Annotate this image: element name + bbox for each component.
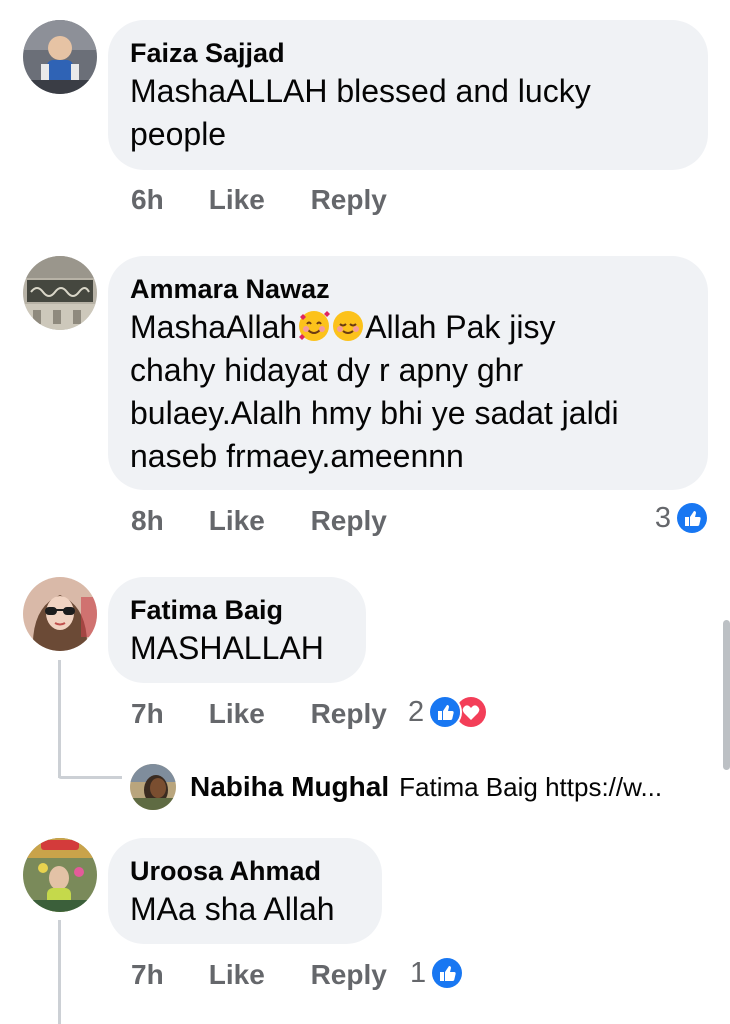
avatar-ammara-nawaz[interactable] xyxy=(23,256,97,330)
comment-actions: 6h Like Reply xyxy=(131,180,387,220)
comment-actions: 8h Like Reply xyxy=(131,501,387,541)
comment-text-line: MashaAllah Allah Pak jisy xyxy=(130,306,686,349)
like-button[interactable]: Like xyxy=(209,501,303,541)
comment-actions: 7h Like Reply xyxy=(131,694,387,734)
like-icon xyxy=(430,956,465,990)
comment-actions: 7h Like Reply xyxy=(131,955,387,995)
reply-text: Fatima Baig https://w... xyxy=(399,771,663,802)
avatar-nabiha-mughal[interactable] xyxy=(130,764,176,810)
comment-text: MASHALLAH xyxy=(130,630,324,666)
like-button[interactable]: Like xyxy=(209,694,303,734)
thread-line xyxy=(58,920,61,1024)
comment-text-line: bulaey.Alalh hmy bhi ye sadat jaldi xyxy=(130,395,619,431)
scrollbar[interactable] xyxy=(723,620,730,770)
comment-time[interactable]: 7h xyxy=(131,694,201,734)
comment-author[interactable]: Uroosa Ahmad xyxy=(130,854,360,888)
like-icon xyxy=(428,695,463,729)
comment-text: MAa sha Allah xyxy=(130,891,335,927)
thread-line xyxy=(58,660,61,778)
comment-text-line: chahy hidayat dy r apny ghr xyxy=(130,352,524,388)
comment-bubble: Ammara Nawaz MashaAllah Allah Pak jisy ch… xyxy=(108,256,708,490)
comment-bubble: Uroosa Ahmad MAa sha Allah xyxy=(108,838,382,944)
comment-text-line: people xyxy=(130,116,227,152)
reply-button[interactable]: Reply xyxy=(311,501,387,541)
reaction-count: 1 xyxy=(410,957,427,989)
comment-text-line: MashaALLAH blessed and lucky xyxy=(130,73,591,109)
reply-button[interactable]: Reply xyxy=(311,955,387,995)
comment-author[interactable]: Fatima Baig xyxy=(130,593,344,627)
reply-preview[interactable]: Nabiha Mughal Fatima Baig https://w... xyxy=(130,764,662,810)
avatar-uroosa-ahmad[interactable] xyxy=(23,838,97,912)
reaction-summary[interactable]: 3 xyxy=(655,498,709,538)
comment-text-part: MashaAllah xyxy=(130,309,298,345)
reply-button[interactable]: Reply xyxy=(311,180,387,220)
like-icon xyxy=(675,501,709,535)
reply-author[interactable]: Nabiha Mughal xyxy=(190,771,389,803)
comment-text: MashaALLAH blessed and lucky people xyxy=(130,70,686,156)
reaction-summary[interactable]: 2 xyxy=(408,692,489,732)
smiling-face-with-hearts-icon xyxy=(297,309,331,343)
comment-time[interactable]: 8h xyxy=(131,501,201,541)
comment-bubble: Faiza Sajjad MashaALLAH blessed and luck… xyxy=(108,20,708,170)
like-button[interactable]: Like xyxy=(209,955,303,995)
avatar-faiza-sajjad[interactable] xyxy=(23,20,97,94)
comment-author[interactable]: Faiza Sajjad xyxy=(130,36,686,70)
thread-connector xyxy=(58,776,122,779)
reply-button[interactable]: Reply xyxy=(311,694,387,734)
reaction-count: 2 xyxy=(408,696,425,728)
comment-text-line: naseb frmaey.ameennn xyxy=(130,438,464,474)
comment-time[interactable]: 6h xyxy=(131,180,201,220)
comment-time[interactable]: 7h xyxy=(131,955,201,995)
comment-text-part: Allah Pak jisy xyxy=(365,309,556,345)
reaction-count: 3 xyxy=(654,502,671,534)
comment-author[interactable]: Ammara Nawaz xyxy=(130,272,686,306)
reaction-summary[interactable]: 1 xyxy=(410,953,465,993)
avatar-fatima-baig[interactable] xyxy=(23,577,97,651)
comment-text: MashaAllah Allah Pak jisy chahy hidayat d… xyxy=(130,306,686,478)
relieved-face-icon xyxy=(331,309,365,343)
comment-bubble: Fatima Baig MASHALLAH xyxy=(108,577,366,683)
like-button[interactable]: Like xyxy=(209,180,303,220)
